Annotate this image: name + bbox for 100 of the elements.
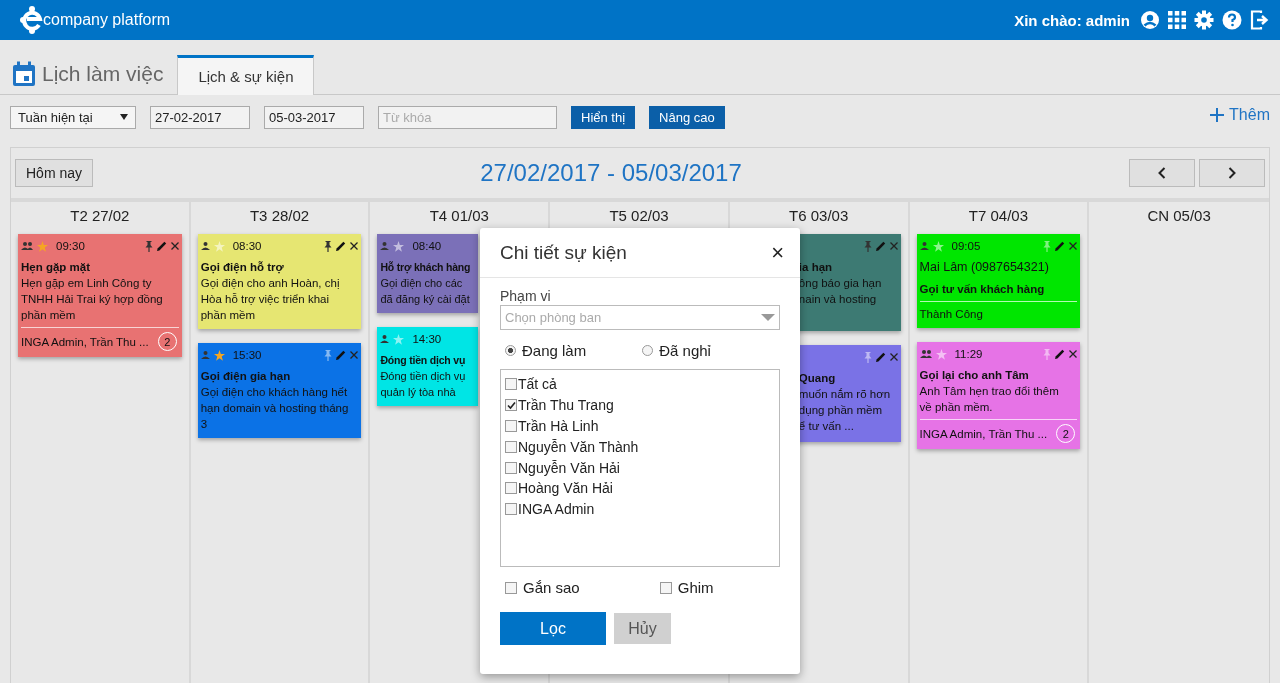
day-header: T6 03/03 <box>788 206 850 226</box>
edit-icon[interactable] <box>1055 241 1066 251</box>
today-button[interactable]: Hôm nay <box>15 159 94 187</box>
event-time: 15:30 <box>232 348 262 363</box>
edit-icon[interactable] <box>1055 349 1066 359</box>
event-participants: INGA Admin, Trần Thu ... <box>919 426 1048 442</box>
show-button[interactable]: Hiển thị <box>571 105 636 129</box>
event-description-line: nain và hosting <box>797 292 878 307</box>
option-checkbox[interactable]: Gắn sao <box>505 579 580 596</box>
event-description-line: muốn nắm rõ hơn <box>797 387 892 402</box>
day-header: T3 28/02 <box>248 206 311 226</box>
event-description-line: TNHH Hải Trai ký hợp đồng <box>21 292 164 307</box>
advanced-button[interactable]: Nâng cao <box>649 105 725 129</box>
tab[interactable]: Lịch & sự kiện <box>177 55 315 95</box>
event-description-line: quản lý tòa nhà <box>380 385 457 400</box>
chevron-right-icon <box>1228 167 1236 179</box>
star-icon[interactable] <box>37 240 48 252</box>
previous-button[interactable] <box>1129 159 1195 187</box>
event-description-line: phần mềm <box>21 308 77 323</box>
event-title: Gọi điện hỗ trợ <box>200 260 285 275</box>
cancel-button[interactable]: Hủy <box>614 613 671 644</box>
greeting: Xin chào: admin <box>1014 11 1130 29</box>
event-title: ia hạn <box>797 260 834 275</box>
edit-icon[interactable] <box>156 241 167 251</box>
event-description-line: hạn domain và hosting tháng <box>200 401 350 416</box>
calendar-icon <box>12 61 36 87</box>
star-icon[interactable] <box>393 333 405 345</box>
event-time: 09:05 <box>951 239 981 254</box>
event-description-line: ông báo gia hạn <box>797 276 883 291</box>
option-checkbox[interactable]: Ghim <box>659 579 714 596</box>
event-time: 11:29 <box>954 347 983 362</box>
settings-icon[interactable] <box>1194 10 1214 30</box>
event-time: 09:30 <box>56 239 85 254</box>
event-description-line: Đóng tiền dịch vụ <box>380 369 467 384</box>
pin-icon[interactable] <box>144 240 153 252</box>
apps-grid-icon[interactable] <box>1168 11 1186 29</box>
close-button[interactable]: × <box>771 239 784 266</box>
day-header: T5 02/03 <box>608 206 670 226</box>
close-icon[interactable] <box>350 242 359 250</box>
star-icon[interactable] <box>393 240 405 252</box>
week-range-title: 27/02/2017 - 05/03/2017 <box>480 159 742 187</box>
filter-button[interactable]: Lọc <box>500 612 606 645</box>
logout-icon[interactable] <box>1250 10 1270 30</box>
day-header: T2 27/02 <box>69 206 131 226</box>
event-title: Hẹn gặp mặt <box>21 260 91 275</box>
from-date-field[interactable]: 27-02-2017 <box>150 105 250 129</box>
star-icon[interactable] <box>935 348 947 360</box>
day-header: T7 04/03 <box>967 206 1030 226</box>
event-time: 14:30 <box>412 332 442 347</box>
add-button[interactable]: Thêm <box>1210 106 1270 128</box>
event-description-line: Gọi điện cho khách hàng hết <box>200 385 349 400</box>
event-description-line: 3 <box>200 417 209 432</box>
close-icon[interactable] <box>1069 242 1078 250</box>
event-card[interactable]: 09:05 Mai Lâm (0987654321) Gọi tư vấn khách hàng Thành Công <box>916 234 1081 328</box>
event-card[interactable]: 15:30 Gọi điện gia hạn Gọi điện cho khách hàng hết hạn domain và hosting tháng 3 <box>197 343 362 438</box>
event-participants: Thành Công <box>919 307 983 322</box>
event-title: Gọi điện gia hạn <box>200 369 292 384</box>
help-icon[interactable] <box>1222 10 1242 30</box>
star-icon[interactable] <box>213 349 225 361</box>
next-button[interactable] <box>1199 159 1265 187</box>
close-icon[interactable] <box>1069 350 1078 358</box>
star-icon[interactable] <box>213 240 225 252</box>
event-description-line: Gọi điện cho anh Hoàn, chị <box>200 276 341 291</box>
event-title: Gọi tư vấn khách hàng <box>919 282 1046 297</box>
event-description-line: Hẹn gặp em Linh Công ty <box>21 276 153 291</box>
person-checkbox[interactable]: Hoàng Văn Hải <box>505 478 775 499</box>
event-time: 08:30 <box>232 239 262 254</box>
plus-icon <box>1210 108 1225 122</box>
pin-icon[interactable] <box>324 240 333 252</box>
event-card[interactable]: 09:30 Hẹn gặp mặt Hẹn gặp em Linh Công ty TNHH Hải Trai ký hợp đồng phần mềm INGA Admin, Trần Thu ... 2 <box>18 234 182 357</box>
edit-icon[interactable] <box>336 241 347 251</box>
star-icon[interactable] <box>932 240 944 252</box>
person-checkbox[interactable]: INGA Admin <box>505 498 775 520</box>
event-description-line: phần mềm <box>200 308 257 323</box>
event-card[interactable]: 08:40 Hỗ trợ khách hàng Gọi điện cho các đã đăng ký cài đặt <box>377 234 479 313</box>
caret-icon <box>120 114 128 120</box>
event-title: Quang <box>797 371 837 386</box>
event-card[interactable]: 08:30 Gọi điện hỗ trợ Gọi điện cho anh Hoàn, chị Hòa hỗ trợ việc triển khai phần mềm <box>197 234 362 329</box>
event-card[interactable]: 14:30 Đóng tiền dịch vụ Đóng tiền dịch vụ quản lý tòa nhà <box>377 327 479 406</box>
scope-label: Phạm vi <box>500 288 552 304</box>
event-participants: INGA Admin, Trần Thu ... <box>21 334 149 350</box>
event-card[interactable]: 11:29 Gọi lại cho anh Tâm Anh Tâm hẹn trao đổi thêm về phần mềm. INGA Admin, Trần Thu ... 2 <box>916 342 1081 449</box>
event-title: Hỗ trợ khách hàng <box>380 260 472 275</box>
keyword-field[interactable]: Từ khóa <box>378 105 557 129</box>
day-header: T4 01/03 <box>428 206 490 226</box>
event-title: Đóng tiền dịch vụ <box>380 353 467 368</box>
person-checkbox[interactable]: Nguyễn Văn Hải <box>505 457 775 478</box>
status-radio[interactable]: Đã nghỉ <box>642 342 711 359</box>
to-date-field[interactable]: 05-03-2017 <box>264 105 364 129</box>
event-title: Gọi lại cho anh Tâm <box>919 368 1030 383</box>
event-description-line: Hòa hỗ trợ việc triển khai <box>200 292 331 307</box>
close-icon[interactable] <box>170 242 179 250</box>
day-header: CN 05/03 <box>1146 206 1212 226</box>
status-radio[interactable]: Đang làm <box>505 342 587 359</box>
event-description-line: Gọi điện cho các <box>380 276 464 291</box>
user-icon[interactable] <box>1140 10 1160 30</box>
event-contact: Mai Lâm (0987654321) <box>919 259 1050 275</box>
range-select[interactable]: Tuần hiện tại <box>10 105 136 129</box>
event-description-line: về phần mềm. <box>919 400 994 415</box>
logo-icon <box>20 5 44 35</box>
